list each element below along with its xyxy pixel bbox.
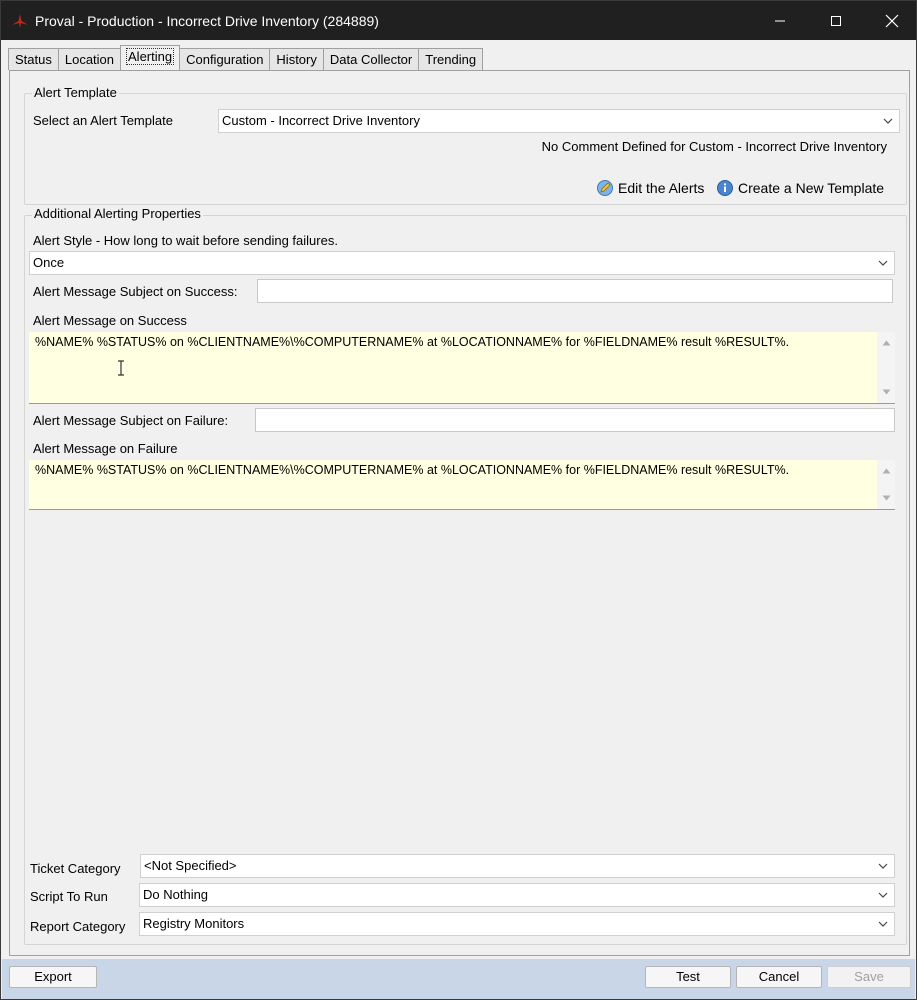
tab-configuration[interactable]: Configuration <box>179 48 271 70</box>
tab-history[interactable]: History <box>269 48 324 70</box>
failure-subject-label: Alert Message Subject on Failure: <box>33 413 229 428</box>
scroll-down-icon[interactable] <box>877 383 895 401</box>
additional-properties-group-label: Additional Alerting Properties <box>32 206 203 221</box>
create-new-template-link[interactable]: Create a New Template <box>716 179 884 197</box>
proval-logo-icon <box>12 13 28 28</box>
success-message-label: Alert Message on Success <box>33 313 187 328</box>
export-button[interactable]: Export <box>9 966 97 988</box>
alerting-panel: Alert Template Select an Alert Template … <box>9 70 910 956</box>
alert-style-value: Once <box>33 255 65 270</box>
alert-template-value: Custom - Incorrect Drive Inventory <box>222 113 420 128</box>
edit-alerts-label: Edit the Alerts <box>618 180 705 196</box>
tab-location[interactable]: Location <box>57 48 122 70</box>
window-title: Proval - Production - Incorrect Drive In… <box>35 12 379 29</box>
tab-data-collector[interactable]: Data Collector <box>322 48 420 70</box>
failure-message-label: Alert Message on Failure <box>33 441 178 456</box>
chevron-down-icon <box>881 110 895 132</box>
scroll-down-icon[interactable] <box>877 489 895 507</box>
report-category-label: Report Category <box>30 919 126 934</box>
chevron-down-icon <box>876 884 890 906</box>
success-message-text: %NAME% %STATUS% on %CLIENTNAME%\%COMPUTE… <box>35 335 790 349</box>
failure-message-textarea[interactable]: %NAME% %STATUS% on %CLIENTNAME%\%COMPUTE… <box>29 460 895 510</box>
success-subject-input[interactable] <box>257 279 893 303</box>
success-message-scrollbar[interactable] <box>877 332 895 403</box>
tab-trending[interactable]: Trending <box>418 48 484 70</box>
save-button[interactable]: Save <box>827 966 911 988</box>
cancel-button[interactable]: Cancel <box>736 966 822 988</box>
report-category-select[interactable]: Registry Monitors <box>139 912 895 936</box>
failure-message-scrollbar[interactable] <box>877 460 895 509</box>
script-to-run-select[interactable]: Do Nothing <box>139 883 895 907</box>
alert-template-select[interactable]: Custom - Incorrect Drive Inventory <box>218 109 900 133</box>
ticket-category-select[interactable]: <Not Specified> <box>140 854 895 878</box>
alert-style-label: Alert Style - How long to wait before se… <box>33 233 338 248</box>
title-bar[interactable]: Proval - Production - Incorrect Drive In… <box>1 1 916 40</box>
failure-message-text: %NAME% %STATUS% on %CLIENTNAME%\%COMPUTE… <box>35 463 790 477</box>
select-alert-template-label: Select an Alert Template <box>33 113 173 128</box>
minimize-button[interactable] <box>752 1 808 40</box>
report-category-value: Registry Monitors <box>143 916 245 931</box>
tab-alerting[interactable]: Alerting <box>120 45 181 69</box>
test-button[interactable]: Test <box>645 966 731 988</box>
failure-subject-input[interactable] <box>255 408 895 432</box>
chevron-down-icon <box>876 252 890 274</box>
ticket-category-value: <Not Specified> <box>144 858 237 873</box>
scroll-up-icon[interactable] <box>877 462 895 480</box>
monitor-window: Proval - Production - Incorrect Drive In… <box>0 0 917 1000</box>
tab-alerting-label: Alerting <box>126 48 175 65</box>
success-message-textarea[interactable]: %NAME% %STATUS% on %CLIENTNAME%\%COMPUTE… <box>29 332 895 404</box>
tab-status[interactable]: Status <box>8 48 59 70</box>
info-icon <box>717 180 733 196</box>
close-icon <box>885 14 899 27</box>
success-subject-label: Alert Message Subject on Success: <box>33 284 238 299</box>
tab-strip: Status Location Alerting Configuration H… <box>8 45 484 71</box>
scroll-up-icon[interactable] <box>877 334 895 352</box>
create-new-template-label: Create a New Template <box>738 180 885 196</box>
ticket-category-label: Ticket Category <box>30 861 121 876</box>
script-to-run-label: Script To Run <box>30 889 108 904</box>
edit-alerts-link[interactable]: Edit the Alerts <box>596 179 704 197</box>
maximize-button[interactable] <box>808 1 864 40</box>
template-comment: No Comment Defined for Custom - Incorrec… <box>541 139 887 154</box>
close-button[interactable] <box>864 1 917 40</box>
alert-style-select[interactable]: Once <box>29 251 895 275</box>
script-to-run-value: Do Nothing <box>143 887 209 902</box>
maximize-icon <box>831 15 841 26</box>
edit-alerts-icon <box>597 180 613 196</box>
footer-bar: Export Test Cancel Save <box>2 959 915 999</box>
text-cursor-icon <box>117 360 125 381</box>
chevron-down-icon <box>876 855 890 877</box>
chevron-down-icon <box>876 913 890 935</box>
minimize-icon <box>775 20 785 21</box>
alert-template-group-label: Alert Template <box>32 85 119 100</box>
